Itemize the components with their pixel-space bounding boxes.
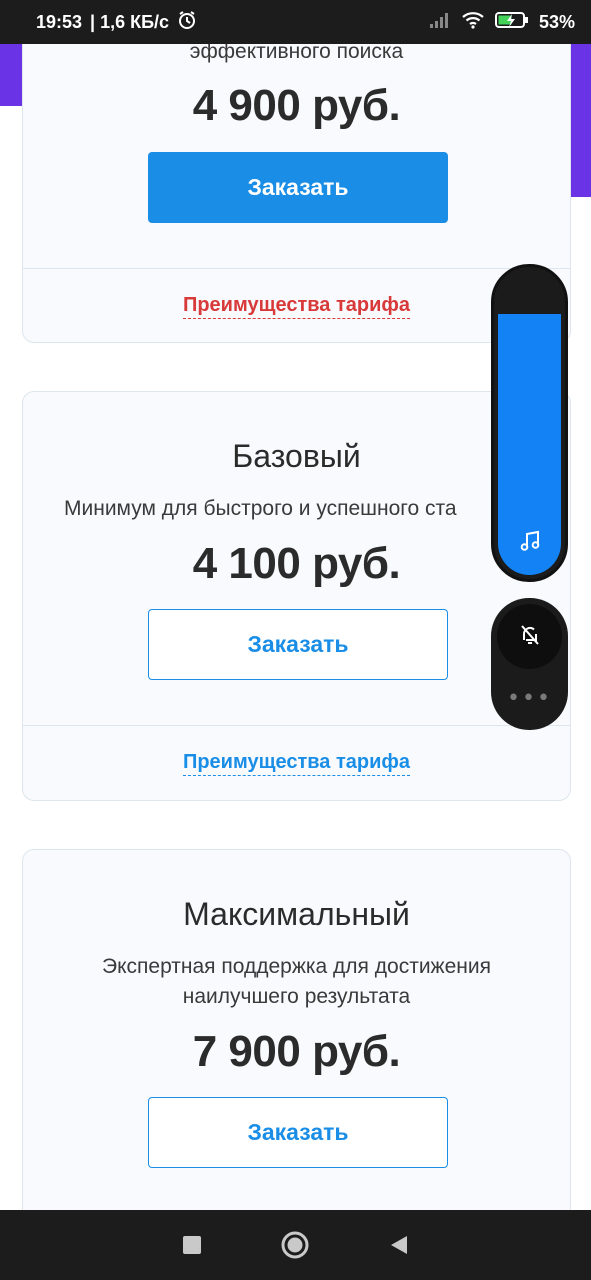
volume-slider[interactable] [491, 264, 568, 582]
wifi-icon [461, 11, 485, 34]
tariff-title: Максимальный [183, 896, 410, 932]
status-network-speed: | 1,6 КБ/с [90, 11, 170, 32]
ringer-toggle-button[interactable] [497, 604, 562, 669]
benefits-link[interactable]: Преимущества тарифа [23, 294, 570, 319]
battery-percent: 53% [538, 11, 575, 32]
tariff-card-standard: эффективного поиска 4 900 руб. Заказать … [22, 0, 571, 343]
more-options-button[interactable]: ••• [491, 686, 568, 711]
benefits-link-label[interactable]: Преимущества тарифа [182, 751, 411, 776]
signal-icon [429, 11, 451, 34]
tariff-price: 4 100 руб. [192, 539, 401, 588]
tariff-price: 4 900 руб. [192, 81, 401, 130]
tariff-description-line-2: наилучшего результата [182, 985, 411, 1008]
tariff-title: Базовый [232, 438, 361, 474]
bell-off-icon [518, 623, 542, 651]
recents-square-icon[interactable] [168, 1221, 216, 1269]
status-time: 19:53 [36, 11, 83, 32]
order-button[interactable]: Заказать [148, 1097, 448, 1168]
card-divider [23, 268, 570, 269]
order-button[interactable]: Заказать [148, 609, 448, 680]
alarm-icon [177, 10, 197, 35]
ringer-panel: ••• [491, 598, 568, 730]
status-bar: 19:53 | 1,6 КБ/с 53% [0, 0, 591, 44]
benefits-link[interactable]: Преимущества тарифа [23, 751, 570, 776]
header-background-right [570, 44, 591, 197]
music-note-icon [494, 529, 565, 559]
tariff-description-line-1: Экспертная поддержка для достижения [102, 955, 491, 978]
back-triangle-icon[interactable] [375, 1221, 423, 1269]
tariff-card-max: Максимальный Экспертная поддержка для до… [22, 849, 571, 1269]
navigation-bar [0, 1210, 591, 1280]
tariff-price: 7 900 руб. [192, 1027, 401, 1076]
home-circle-icon[interactable] [271, 1221, 319, 1269]
card-divider [23, 725, 570, 726]
header-background-left [0, 44, 22, 106]
order-button[interactable]: Заказать [148, 152, 448, 223]
tariff-card-base: Базовый Минимум для быстрого и успешного… [22, 391, 571, 801]
benefits-link-label[interactable]: Преимущества тарифа [182, 294, 411, 319]
battery-charging-icon [494, 11, 529, 34]
